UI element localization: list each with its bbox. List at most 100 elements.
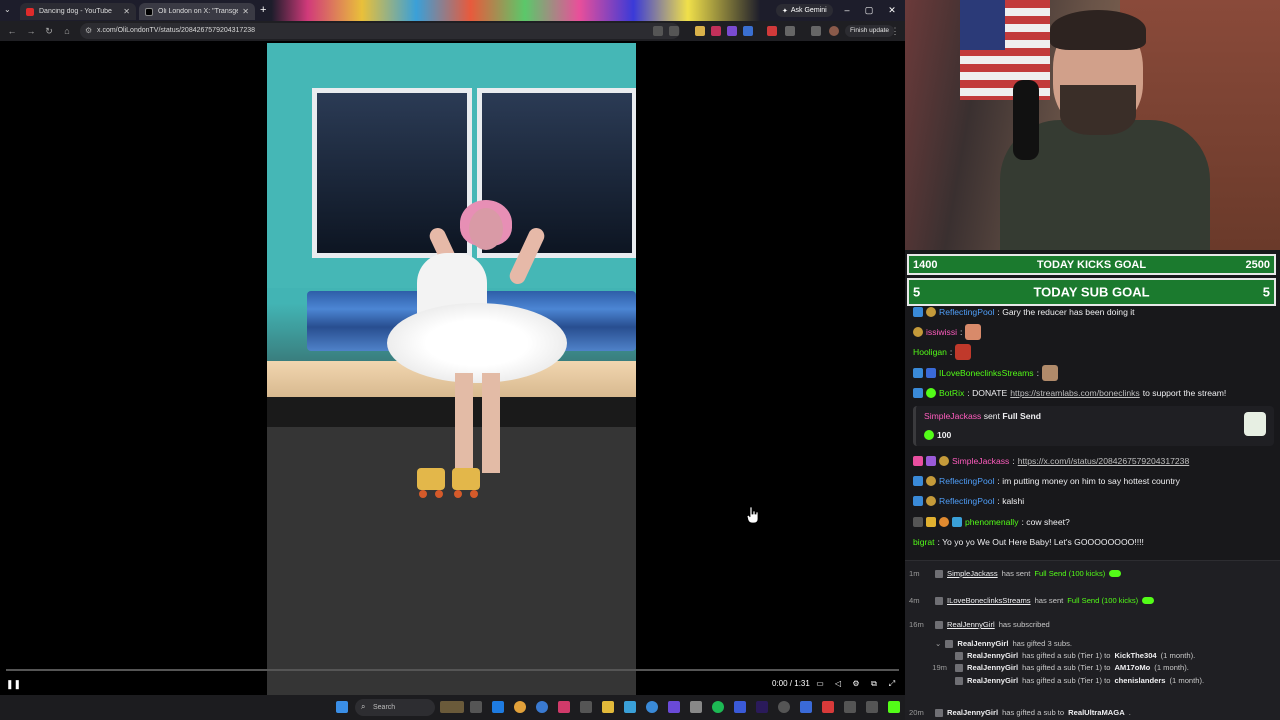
- task-view-icon[interactable]: [470, 701, 482, 713]
- collapse-chevron-icon[interactable]: ⌄: [935, 638, 941, 649]
- site-info-icon[interactable]: ⚙: [85, 26, 92, 35]
- app-icon[interactable]: [580, 701, 592, 713]
- verified-badge-icon: [926, 388, 936, 398]
- activity-user[interactable]: RealJennyGirl: [947, 707, 998, 718]
- send-card-user[interactable]: SimpleJackass: [924, 411, 981, 421]
- tab-youtube[interactable]: Dancing dog - YouTube ✕: [20, 3, 136, 20]
- fullscreen-icon[interactable]: ⤢: [886, 678, 898, 690]
- activity-recipient[interactable]: RealUltraMAGA: [1068, 707, 1125, 718]
- chat-username[interactable]: issiwissi: [926, 326, 957, 338]
- home-icon[interactable]: ⌂: [60, 24, 74, 38]
- og-badge-icon: [939, 456, 949, 466]
- app-icon[interactable]: [646, 701, 658, 713]
- sidebar-icon[interactable]: [811, 26, 821, 36]
- video-scene-figure-head: [469, 208, 503, 250]
- chat-username[interactable]: Hooligan: [913, 346, 947, 358]
- app-icon[interactable]: [822, 701, 834, 713]
- chat-link[interactable]: https://streamlabs.com/boneclinks: [1010, 387, 1139, 399]
- telegram-icon[interactable]: [624, 701, 636, 713]
- kick-logo-icon: [935, 569, 943, 578]
- app-icon[interactable]: [778, 701, 790, 713]
- chat-text: : DONATE: [967, 388, 1008, 398]
- close-tab-icon[interactable]: ✕: [123, 7, 130, 16]
- spotify-icon[interactable]: [712, 701, 724, 713]
- chrome-profile-icon[interactable]: [536, 701, 548, 713]
- app-icon[interactable]: [668, 701, 680, 713]
- activity-recipient[interactable]: AM17oMo: [1114, 662, 1150, 673]
- chat-username[interactable]: SimpleJackass: [952, 455, 1009, 467]
- activity-text: (1 month).: [1160, 651, 1196, 660]
- tab-bar: ⌄ Dancing dog - YouTube ✕ Oli London on …: [0, 0, 905, 21]
- chat-username[interactable]: ReflectingPool: [939, 495, 994, 507]
- chat-username[interactable]: ILoveBoneclinksStreams: [939, 367, 1034, 379]
- minimize-icon[interactable]: –: [840, 3, 854, 17]
- extension-icon[interactable]: [727, 26, 737, 36]
- chat-link[interactable]: https://x.com/i/status/20842675792043172…: [1018, 455, 1190, 467]
- extension-icon[interactable]: [767, 26, 777, 36]
- activity-user[interactable]: ILoveBoneclinksStreams: [947, 595, 1031, 606]
- menu-dots-icon[interactable]: ⋮: [888, 24, 902, 38]
- app-icon[interactable]: [690, 701, 702, 713]
- ask-gemini-button[interactable]: ✦ Ask Gemini: [776, 4, 833, 17]
- activity-recipient[interactable]: KickThe304: [1114, 650, 1156, 661]
- settings-gear-icon[interactable]: ⚙: [850, 678, 862, 690]
- tab-search-icon[interactable]: ⌄: [4, 5, 11, 14]
- activity-user[interactable]: RealJennyGirl: [967, 662, 1018, 673]
- activity-text: has subscribed: [998, 620, 1050, 629]
- app-icon[interactable]: [734, 701, 746, 713]
- volume-icon[interactable]: ◁: [832, 678, 844, 690]
- extensions-puzzle-icon[interactable]: [785, 26, 795, 36]
- chat-username[interactable]: BotRix: [939, 387, 964, 399]
- widgets-icon[interactable]: [440, 701, 464, 713]
- app-icon[interactable]: [558, 701, 570, 713]
- install-icon[interactable]: [653, 26, 663, 36]
- app-icon[interactable]: [800, 701, 812, 713]
- chat-username[interactable]: phenomenally: [965, 516, 1019, 528]
- tab-x[interactable]: Oli London on X: "Transge... ✕: [139, 3, 255, 20]
- activity-item: 4m ILoveBoneclinksStreams has sent Full …: [909, 595, 1276, 606]
- activity-recipient[interactable]: chenislanders: [1114, 675, 1165, 686]
- chat-username[interactable]: bigrat: [913, 536, 935, 548]
- reload-icon[interactable]: ↻: [42, 24, 56, 38]
- activity-user[interactable]: RealJennyGirl: [967, 650, 1018, 661]
- premiere-icon[interactable]: [756, 701, 768, 713]
- video-progress-bar[interactable]: [6, 669, 899, 671]
- kick-logo-icon: [935, 708, 943, 717]
- new-tab-icon[interactable]: +: [260, 4, 266, 16]
- activity-user[interactable]: RealJennyGirl: [957, 638, 1008, 649]
- activity-user[interactable]: RealJennyGirl: [967, 675, 1018, 686]
- edge-icon[interactable]: [492, 701, 504, 713]
- profile-avatar[interactable]: [829, 26, 839, 36]
- video-player[interactable]: ❚❚ 0:00 / 1:31 ▭ ◁ ⚙ ⧉ ⤢: [0, 41, 905, 695]
- video-frame[interactable]: [267, 43, 636, 695]
- back-icon[interactable]: ←: [5, 24, 19, 38]
- finish-update-button[interactable]: Finish update: [845, 25, 895, 37]
- bookmark-star-icon[interactable]: [669, 26, 679, 36]
- url-input[interactable]: ⚙ x.com/OliLondonTV/status/2084267579204…: [80, 23, 680, 39]
- chrome-icon[interactable]: [514, 701, 526, 713]
- activity-user[interactable]: SimpleJackass: [947, 568, 998, 579]
- extension-icon[interactable]: [711, 26, 721, 36]
- video-scene-figure-dress: [387, 303, 567, 383]
- forward-icon[interactable]: →: [24, 24, 38, 38]
- taskbar-search[interactable]: ⌕ Search: [355, 699, 435, 716]
- app-icon[interactable]: [866, 701, 878, 713]
- close-window-icon[interactable]: ✕: [885, 3, 899, 17]
- captions-icon[interactable]: ▭: [814, 678, 826, 690]
- activity-item: 19m RealJennyGirl has gifted a sub (Tier…: [909, 662, 1276, 673]
- file-explorer-icon[interactable]: [602, 701, 614, 713]
- close-tab-icon[interactable]: ✕: [242, 7, 249, 16]
- kick-icon[interactable]: [888, 701, 900, 713]
- chat-username[interactable]: ReflectingPool: [939, 306, 994, 318]
- extension-icon[interactable]: [695, 26, 705, 36]
- activity-user[interactable]: RealJennyGirl: [947, 619, 995, 630]
- picture-in-picture-icon[interactable]: ⧉: [868, 678, 880, 690]
- sub-goal-target: 5: [1262, 284, 1270, 300]
- activity-item: RealJennyGirl has gifted a sub (Tier 1) …: [955, 650, 1276, 661]
- start-windows-icon[interactable]: [336, 701, 348, 713]
- maximize-icon[interactable]: ▢: [862, 3, 876, 17]
- app-icon[interactable]: [844, 701, 856, 713]
- extension-icon[interactable]: [743, 26, 753, 36]
- pause-icon[interactable]: ❚❚: [6, 679, 21, 690]
- chat-username[interactable]: ReflectingPool: [939, 475, 994, 487]
